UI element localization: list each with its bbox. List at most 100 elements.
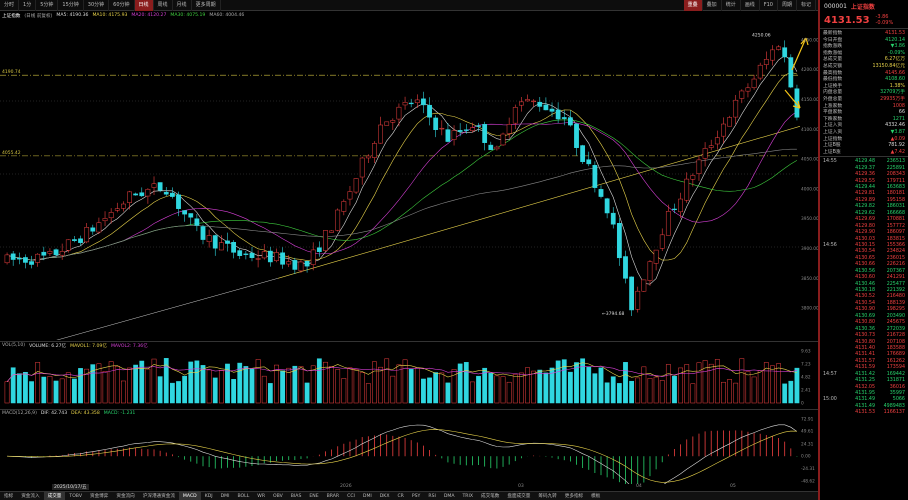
indicator-tab-18[interactable]: DKX [376,492,394,500]
date-box: 2025/10/17/五 [52,484,89,490]
stat-label: 上证B涨 [823,149,841,155]
volume-bar [59,378,65,404]
volume-chart[interactable]: 9.63 7.23 4.82 2.41 0 [0,341,818,407]
indicator-tab-20[interactable]: PSY [408,492,425,500]
date-label-1: 03 [518,484,524,489]
volume-bar [145,368,151,404]
candle [402,96,408,110]
tool-button-1[interactable]: 叠加 [703,0,722,11]
volume-bar [574,362,579,404]
candle [347,185,353,206]
candle [647,259,653,286]
indicator-tab-11[interactable]: WR [253,492,269,500]
volume-bar [488,372,494,404]
volume-bar [537,369,543,404]
tool-button-5[interactable]: 周期 [778,0,797,11]
volume-bar [519,372,524,404]
period-tab-0[interactable]: 分时 [0,0,20,11]
indicator-tab-2[interactable]: 成交量 [43,491,66,500]
candle [610,207,616,229]
macd-axis-label: 49.61 [801,428,814,434]
kline-chart[interactable]: 4190.74 4055.42 4250.06 ←3794.68 4250.00 4200… [0,20,818,340]
period-tab-7[interactable]: 周线 [154,0,173,11]
indicator-tab-5[interactable]: 资金流向 [112,492,138,500]
period-tab-6[interactable]: 日线 [134,0,154,11]
volume-bar [702,360,708,404]
volume-bar [623,362,628,404]
indicator-tab-19[interactable]: CR [393,492,407,500]
volume-bar [635,377,641,404]
indicator-tab-9[interactable]: DMI [217,492,234,500]
indicator-tab-25[interactable]: 盘面成交量 [503,492,534,500]
indicator-tab-27[interactable]: 更多指标 [561,492,587,500]
volume-bar [408,369,414,404]
volume-bar [733,382,739,404]
stat-label: 总成交量 [823,57,843,63]
date-label-2: 04 [636,484,642,489]
indicator-tab-12[interactable]: OBV [269,492,287,500]
indicator-tab-6[interactable]: 沪深港通资金流 [139,492,179,500]
volume-bar [169,382,175,404]
tool-button-0[interactable]: 重叠 [683,0,703,11]
indicator-tab-1[interactable]: 资金流入 [17,492,43,500]
indicator-tab-24[interactable]: 成交笔数 [477,492,503,500]
period-tab-5[interactable]: 60分钟 [109,0,135,11]
candle [678,192,683,219]
indicator-tab-0[interactable]: 指标 [0,492,17,500]
candle [586,151,592,167]
indicator-tab-23[interactable]: TRIX [459,492,478,500]
date-label-0: 2026 [340,484,352,489]
candle [708,139,714,151]
candle [757,62,763,81]
tick-list[interactable]: 14:55 4129.48 236513 4129.37 225891 4129.36 20… [820,157,908,417]
candle [84,223,90,244]
reference-line-label: 4190.74 [2,69,21,75]
candle [90,224,96,235]
tool-button-4[interactable]: F10 [760,0,778,11]
indicator-tab-7[interactable]: MACD [178,491,201,500]
candle [512,104,518,130]
ma-legend-3: MA20: 4120.27 [131,13,167,18]
indicator-tab-22[interactable]: DMA [440,492,459,500]
indicator-tab-10[interactable]: BOLL [233,492,253,500]
macd-chart[interactable]: 72.91 49.61 24.31 0.00 -24.31 -48.62 [0,409,818,484]
indicator-tab-13[interactable]: BIAS [287,492,306,500]
indicator-tab-8[interactable]: KDJ [201,492,217,500]
indicator-tab-21[interactable]: RSI [424,492,439,500]
volume-bar [506,381,512,404]
candle [574,122,579,156]
candle [53,248,59,258]
indicator-tab-4[interactable]: 资金博弈 [86,492,112,500]
indicator-tab-14[interactable]: ENE [305,492,322,500]
period-tab-2[interactable]: 5分钟 [36,0,59,11]
volume-bar [267,383,273,404]
volume-bar [757,370,763,404]
tool-button-2[interactable]: 统计 [722,0,741,11]
indicator-tab-15[interactable]: BRAR [323,492,344,500]
candle [316,241,322,257]
volume-bar [470,381,475,404]
volume-bar [176,381,181,404]
indicator-tab-3[interactable]: TOBV [65,492,86,500]
volume-bar [35,362,41,404]
period-tab-9[interactable]: 更多周期 [192,0,221,11]
candle [482,121,488,151]
indicator-tab-26[interactable]: 筹码九转 [534,492,560,500]
period-tab-4[interactable]: 30分钟 [84,0,110,11]
indicator-tab-17[interactable]: DMI [359,492,376,500]
candle [225,232,230,252]
macd-axis-label: -24.31 [801,466,815,472]
period-tab-1[interactable]: 1分 [19,0,37,11]
indicator-tab-28[interactable]: 模板 [587,492,604,500]
tool-button-3[interactable]: 画线 [741,0,760,11]
volume-bar [439,372,445,404]
stat-row: 总成交额 13150.84亿元 [820,64,908,71]
volume-bar [280,370,285,404]
tool-button-6[interactable]: 标记 [797,0,816,11]
period-tab-8[interactable]: 月线 [173,0,192,11]
candle [665,204,671,236]
volume-bar [4,381,10,404]
indicator-tab-16[interactable]: CCI [343,492,359,500]
candle [206,229,212,248]
period-tab-3[interactable]: 15分钟 [58,0,84,11]
